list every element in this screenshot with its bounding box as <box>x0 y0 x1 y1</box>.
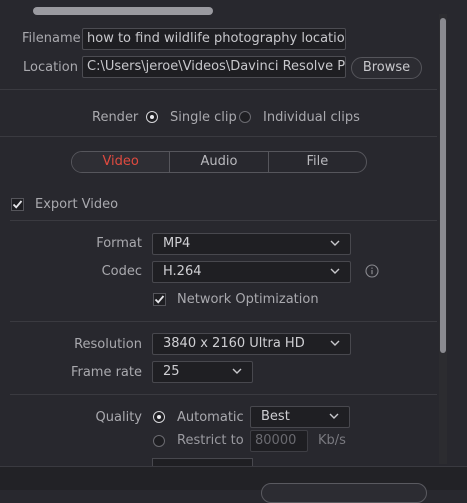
tab-video[interactable]: Video <box>72 152 170 172</box>
restrict-to-radio[interactable] <box>153 435 165 447</box>
divider <box>10 394 437 395</box>
automatic-quality-radio[interactable] <box>153 411 165 423</box>
resolution-label: Resolution <box>74 337 142 352</box>
footer-bar <box>0 466 467 503</box>
single-clip-radio[interactable] <box>146 111 158 123</box>
export-video-checkbox[interactable] <box>11 198 24 211</box>
vertical-scrollbar-track[interactable] <box>439 14 447 464</box>
divider <box>10 220 437 221</box>
network-optimization-checkbox[interactable] <box>153 293 166 306</box>
export-video-label[interactable]: Export Video <box>35 197 118 212</box>
individual-clips-label[interactable]: Individual clips <box>263 110 360 125</box>
frame-rate-value: 25 <box>163 364 180 379</box>
quality-dropdown[interactable]: Best <box>250 406 350 428</box>
render-label: Render <box>92 110 139 125</box>
checkmark-icon <box>12 200 23 209</box>
divider <box>10 321 437 322</box>
info-icon[interactable] <box>365 264 379 278</box>
tab-file[interactable]: File <box>267 152 366 172</box>
browse-button[interactable]: Browse <box>351 57 422 79</box>
resolution-value: 3840 x 2160 Ultra HD <box>163 336 305 351</box>
output-tabs: Video Audio File <box>71 151 367 173</box>
individual-clips-radio[interactable] <box>239 111 251 123</box>
frame-rate-dropdown[interactable]: 25 <box>152 361 253 383</box>
frame-rate-label: Frame rate <box>70 365 142 380</box>
quality-label: Quality <box>95 410 142 425</box>
add-to-render-queue-button[interactable] <box>261 483 427 503</box>
network-optimization-label[interactable]: Network Optimization <box>177 292 319 307</box>
chevron-down-icon <box>330 340 340 346</box>
restrict-to-label[interactable]: Restrict to <box>177 433 244 448</box>
automatic-quality-label[interactable]: Automatic <box>177 410 244 425</box>
codec-dropdown[interactable]: H.264 <box>152 261 351 283</box>
resolution-dropdown[interactable]: 3840 x 2160 Ultra HD <box>152 333 351 355</box>
checkmark-icon <box>154 295 165 304</box>
codec-value: H.264 <box>163 264 202 279</box>
codec-label: Codec <box>101 264 142 279</box>
format-dropdown[interactable]: MP4 <box>152 233 351 255</box>
location-label: Location <box>23 60 78 75</box>
location-field[interactable]: C:\Users\jeroe\Videos\Davinci Resolve Pr… <box>82 56 346 78</box>
format-value: MP4 <box>163 236 191 251</box>
bitrate-unit-label: Kb/s <box>318 433 346 448</box>
chevron-down-icon <box>329 413 339 419</box>
format-label: Format <box>96 236 142 251</box>
restrict-bitrate-field[interactable]: 80000 <box>250 430 308 452</box>
tab-audio[interactable]: Audio <box>169 152 267 172</box>
filename-field[interactable]: how to find wildlife photography locatio… <box>82 28 346 50</box>
horizontal-scroll-handle[interactable] <box>33 7 213 15</box>
divider <box>0 89 437 90</box>
vertical-scrollbar-thumb[interactable] <box>440 18 446 353</box>
filename-label: Filename <box>22 31 81 46</box>
divider <box>0 136 437 137</box>
chevron-down-icon <box>232 368 242 374</box>
quality-value: Best <box>261 409 290 424</box>
chevron-down-icon <box>330 240 340 246</box>
chevron-down-icon <box>330 268 340 274</box>
single-clip-label[interactable]: Single clip <box>170 110 237 125</box>
